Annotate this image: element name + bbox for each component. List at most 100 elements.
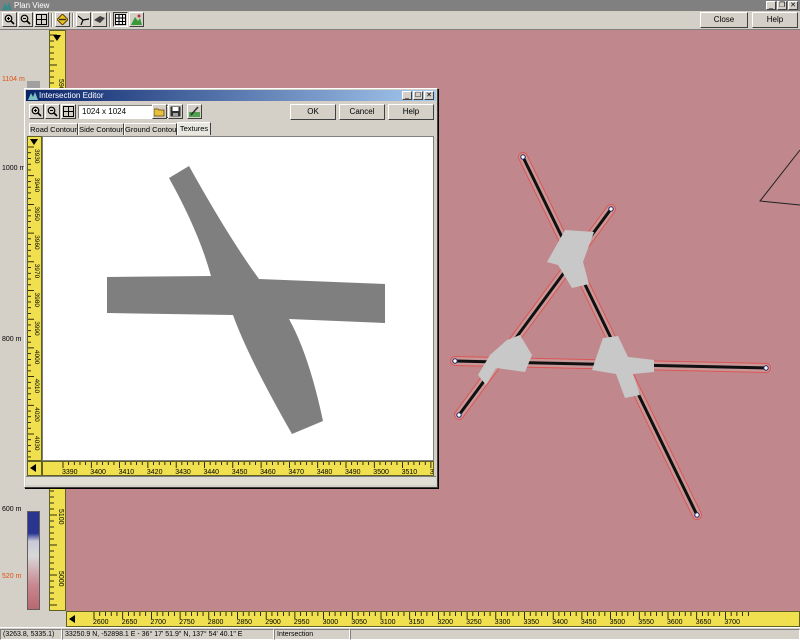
save-file-button[interactable] <box>168 104 183 119</box>
zoom-fit-icon <box>63 106 74 117</box>
ruler-label: 3490 <box>345 469 361 475</box>
ruler-label: 3450 <box>232 469 248 475</box>
ruler-label: 5100 <box>57 509 64 525</box>
ruler-label: 3250 <box>466 619 482 626</box>
dialog-toolbar: 1024 x 1024 ▼ OK Cancel Help <box>26 102 436 122</box>
ruler-label: 3400 <box>552 619 568 626</box>
dialog-zoom-fit-button[interactable] <box>61 104 76 119</box>
ruler-label: 3500 <box>373 469 389 475</box>
save-icon <box>170 106 181 117</box>
zoom-fit-icon <box>36 14 47 25</box>
main-window-title: Plan View <box>14 1 50 10</box>
road-endpoint[interactable] <box>456 412 462 418</box>
tab-ground-contour[interactable]: Ground Contour <box>124 123 179 135</box>
ruler-label: 3470 <box>288 469 304 475</box>
dialog-horizontal-ruler-ticks: 3390 3400 3410 3420 3430 3440 3450 3460 3470 3480… <box>62 462 442 476</box>
intersection-preview-canvas[interactable] <box>42 136 434 461</box>
ruler-label: 4010 <box>33 379 40 394</box>
elevation-max-label: 1104 m <box>2 76 25 83</box>
ruler-label: 3390 <box>62 469 78 475</box>
road-endpoint[interactable] <box>520 154 526 160</box>
elevation-color-bar <box>27 511 40 610</box>
elevation-label: 600 m <box>2 506 22 513</box>
elevation-label: 1000 m <box>2 165 26 172</box>
dialog-help-button[interactable]: Help <box>388 104 434 120</box>
intersection-pads[interactable] <box>478 230 654 398</box>
ruler-label: 2850 <box>237 619 253 626</box>
close-button[interactable]: Close <box>700 12 748 28</box>
ruler-label: 3100 <box>380 619 396 626</box>
intersection-node[interactable] <box>592 336 654 398</box>
ruler-label: 2900 <box>265 619 281 626</box>
dialog-horizontal-scrollbar[interactable] <box>26 476 436 485</box>
ruler-label: 3460 <box>260 469 276 475</box>
dialog-minimize-button[interactable]: _ <box>402 91 412 100</box>
ruler-label: 3500 <box>610 619 626 626</box>
dialog-title-bar[interactable]: Intersection Editor _ ☐ ✕ <box>26 90 436 101</box>
terrain-tool-icon <box>131 14 142 25</box>
ruler-label: 3430 <box>175 469 191 475</box>
ruler-label: 352 <box>430 469 433 475</box>
grid-toggle-icon <box>115 14 126 25</box>
main-toolbar: Close Help <box>0 11 800 30</box>
dialog-zoom-out-button[interactable] <box>45 104 60 119</box>
help-button[interactable]: Help <box>752 12 798 28</box>
ruler-label: 5000 <box>57 571 64 587</box>
road-endpoint[interactable] <box>694 512 700 518</box>
road-endpoint[interactable] <box>452 358 458 364</box>
ruler-label: 4000 <box>33 350 40 365</box>
road-endpoint[interactable] <box>763 365 769 371</box>
ruler-label: 3420 <box>147 469 163 475</box>
ruler-label: 3350 <box>524 619 540 626</box>
restore-button[interactable]: ❐ <box>777 1 787 10</box>
grid-toggle-button[interactable] <box>113 12 128 27</box>
ok-button[interactable]: OK <box>290 104 336 120</box>
toolbar-separator <box>72 13 74 27</box>
dialog-zoom-in-button[interactable] <box>29 104 44 119</box>
road-endpoint[interactable] <box>608 206 614 212</box>
intersection-shape-view[interactable] <box>43 137 434 461</box>
zoom-in-icon <box>4 14 15 25</box>
zoom-fit-button[interactable] <box>34 12 49 27</box>
road-tool-button[interactable] <box>76 12 91 27</box>
open-file-button[interactable] <box>152 104 167 119</box>
tab-road-contour[interactable]: Road Contour <box>29 123 78 135</box>
tab-textures[interactable]: Textures <box>177 122 211 135</box>
zoom-in-button[interactable] <box>2 12 17 27</box>
road-tool-icon <box>78 15 89 25</box>
intersection-editor-dialog: Intersection Editor _ ☐ ✕ 1024 x 1024 ▼ … <box>24 88 442 488</box>
intersection-shape[interactable] <box>107 166 385 434</box>
link-tool-button[interactable] <box>92 12 107 27</box>
dialog-vertical-ruler: 3930 3940 3950 3960 3970 3980 3990 4000 4010 4020… <box>27 136 42 461</box>
tab-side-contour[interactable]: Side Contour <box>78 123 124 135</box>
ruler-label: 2600 <box>93 619 109 626</box>
ruler-label: 3510 <box>402 469 418 475</box>
dialog-close-button[interactable]: ✕ <box>424 91 434 100</box>
terrain-tool-button[interactable] <box>129 12 144 27</box>
status-bar: (3263.8, 5335.1) 33250.9 N, -52898.1 E -… <box>0 627 800 640</box>
elevation-min-label: 520 m <box>2 573 22 580</box>
close-window-button[interactable]: ✕ <box>788 1 798 10</box>
dialog-maximize-button[interactable]: ☐ <box>413 91 423 100</box>
texture-tool-button[interactable] <box>187 104 202 119</box>
intersection-tool-button[interactable] <box>55 12 70 27</box>
zoom-out-button[interactable] <box>18 12 33 27</box>
minimize-button[interactable]: _ <box>766 1 776 10</box>
ruler-label: 2650 <box>122 619 138 626</box>
ruler-label: 3000 <box>323 619 339 626</box>
ruler-label: 3650 <box>696 619 712 626</box>
cancel-button[interactable]: Cancel <box>339 104 385 120</box>
link-tool-icon <box>94 16 105 23</box>
ruler-label: 2800 <box>208 619 224 626</box>
ruler-label: 4020 <box>33 407 40 422</box>
ruler-label: 3990 <box>33 321 40 336</box>
ruler-label: 3940 <box>33 178 40 193</box>
app-icon <box>28 92 38 100</box>
zoom-in-icon <box>31 106 42 117</box>
folder-open-icon <box>154 108 165 117</box>
ruler-label: 3550 <box>638 619 654 626</box>
ruler-label: 3980 <box>33 293 40 308</box>
ruler-label: 4030 <box>33 436 40 451</box>
ruler-label: 3400 <box>90 469 106 475</box>
toolbar-separator <box>51 13 53 27</box>
